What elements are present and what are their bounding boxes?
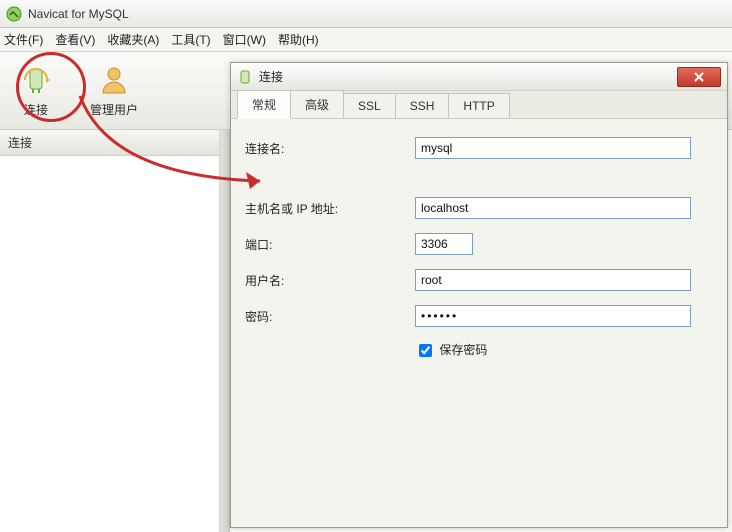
user-icon bbox=[97, 63, 131, 97]
form: 连接名: 主机名或 IP 地址: 端口: 用户名: 密码: 保存密码 bbox=[231, 119, 727, 392]
dialog-tabbar: 常规 高级 SSL SSH HTTP bbox=[231, 91, 727, 119]
password-label: 密码: bbox=[245, 308, 415, 325]
password-input[interactable] bbox=[415, 305, 691, 327]
tab-http[interactable]: HTTP bbox=[448, 93, 509, 118]
window-title: Navicat for MySQL bbox=[28, 7, 129, 21]
conn-name-label: 连接名: bbox=[245, 140, 415, 157]
sidebar: 连接 bbox=[0, 130, 220, 532]
manage-user-button[interactable]: 管理用户 bbox=[82, 58, 146, 122]
plug-icon bbox=[19, 63, 53, 97]
connect-label: 连接 bbox=[24, 101, 48, 118]
tab-general[interactable]: 常规 bbox=[237, 90, 291, 119]
tab-ssl[interactable]: SSL bbox=[343, 93, 396, 118]
save-password-label: 保存密码 bbox=[439, 343, 487, 357]
tab-ssh[interactable]: SSH bbox=[395, 93, 450, 118]
splitter[interactable] bbox=[220, 130, 230, 532]
dialog-title: 连接 bbox=[259, 68, 671, 85]
port-label: 端口: bbox=[245, 236, 415, 253]
close-icon bbox=[693, 71, 705, 83]
user-input[interactable] bbox=[415, 269, 691, 291]
host-input[interactable] bbox=[415, 197, 691, 219]
save-password-checkbox[interactable] bbox=[419, 344, 432, 357]
manage-user-label: 管理用户 bbox=[90, 101, 138, 118]
dialog-titlebar: 连接 bbox=[231, 63, 727, 91]
sidebar-body[interactable] bbox=[0, 156, 219, 532]
menubar: 文件(F) 查看(V) 收藏夹(A) 工具(T) 窗口(W) 帮助(H) bbox=[0, 28, 732, 52]
save-password-row[interactable]: 保存密码 bbox=[415, 341, 487, 360]
dialog-icon bbox=[237, 69, 253, 85]
menu-view[interactable]: 查看(V) bbox=[55, 31, 95, 48]
conn-name-input[interactable] bbox=[415, 137, 691, 159]
menu-file[interactable]: 文件(F) bbox=[4, 31, 43, 48]
menu-tools[interactable]: 工具(T) bbox=[171, 31, 210, 48]
connection-dialog: 连接 常规 高级 SSL SSH HTTP 连接名: 主机名或 IP 地址: 端… bbox=[230, 62, 728, 528]
close-button[interactable] bbox=[677, 67, 721, 87]
sidebar-title: 连接 bbox=[0, 130, 219, 156]
menu-favorites[interactable]: 收藏夹(A) bbox=[107, 31, 159, 48]
user-label: 用户名: bbox=[245, 272, 415, 289]
connect-button[interactable]: 连接 bbox=[4, 58, 68, 122]
host-label: 主机名或 IP 地址: bbox=[245, 200, 415, 217]
port-input[interactable] bbox=[415, 233, 473, 255]
tab-advanced[interactable]: 高级 bbox=[290, 90, 344, 118]
titlebar: Navicat for MySQL bbox=[0, 0, 732, 28]
menu-window[interactable]: 窗口(W) bbox=[223, 31, 266, 48]
menu-help[interactable]: 帮助(H) bbox=[278, 31, 319, 48]
app-icon bbox=[6, 6, 22, 22]
